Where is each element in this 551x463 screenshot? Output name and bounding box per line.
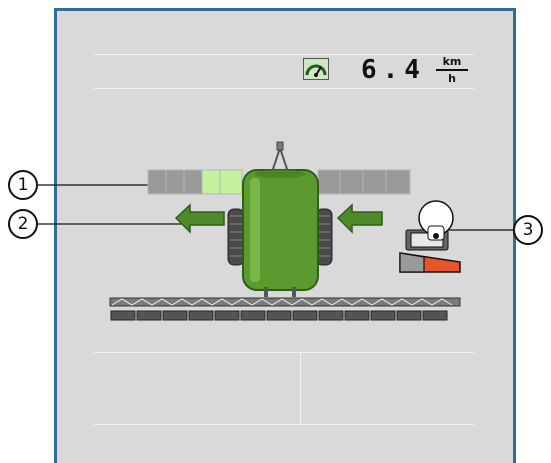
section-left-5-active [219, 169, 243, 195]
section-right-2 [339, 169, 364, 195]
boom-nozzles [110, 310, 448, 321]
section-left-2 [165, 169, 185, 195]
tractor-sprayer-icon [399, 200, 461, 273]
nozzle-section [266, 310, 292, 321]
left-arrow-icon [174, 203, 225, 234]
nozzle-section [344, 310, 370, 321]
drawbar [270, 141, 290, 173]
nozzle-section [188, 310, 214, 321]
section-left-3 [183, 169, 203, 195]
nozzle-section [396, 310, 422, 321]
nozzle-section [240, 310, 266, 321]
section-left-4-active [201, 169, 221, 195]
section-right-4 [385, 169, 411, 195]
nozzle-section [162, 310, 188, 321]
left-wheel [227, 208, 245, 266]
section-right-1 [317, 169, 341, 195]
nozzle-section [136, 310, 162, 321]
sprayer-tank [242, 169, 319, 291]
boom-truss [109, 297, 461, 307]
callout-3: 3 [513, 215, 543, 245]
nozzle-section [292, 310, 318, 321]
right-boom-sections [317, 169, 411, 195]
left-boom-sections [147, 169, 243, 195]
nozzle-section [422, 310, 448, 321]
section-right-3 [362, 169, 387, 195]
callout-2: 2 [8, 209, 38, 239]
section-left-1 [147, 169, 167, 195]
nozzle-section [110, 310, 136, 321]
callout-1: 1 [8, 170, 38, 200]
nozzle-section [318, 310, 344, 321]
nozzle-section [214, 310, 240, 321]
sprayer-diagram [38, 141, 513, 321]
nozzle-section [370, 310, 396, 321]
right-arrow-icon [336, 203, 383, 234]
